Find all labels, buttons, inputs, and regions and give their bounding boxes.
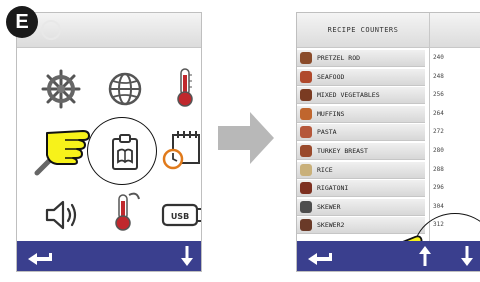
- recipe-row[interactable]: RICE 288: [297, 161, 480, 180]
- bottom-bar: [17, 241, 201, 271]
- recipe-name-cell: MIXED VEGETABLES: [297, 87, 425, 105]
- recipe-row[interactable]: RIGATONI 296: [297, 179, 480, 198]
- recipe-thumbnail: [300, 70, 312, 83]
- recipe-row[interactable]: TURKEY BREAST 280: [297, 142, 480, 161]
- back-arrow-icon[interactable]: [25, 247, 55, 265]
- recipe-name-cell: PRETZEL ROD: [297, 50, 425, 67]
- recipe-name: RICE: [317, 165, 333, 174]
- ship-wheel-icon[interactable]: [39, 67, 83, 111]
- screen-title: RECIPE COUNTERS: [327, 26, 399, 34]
- recipe-name: PASTA: [317, 128, 337, 137]
- globe-icon[interactable]: [103, 67, 147, 111]
- speaker-icon[interactable]: [39, 193, 83, 237]
- main-menu-screen: USB: [16, 12, 202, 272]
- probe-thermometer-icon[interactable]: [103, 189, 147, 233]
- recipe-count: 304: [433, 202, 444, 210]
- recipe-name: TURKEY BREAST: [317, 146, 368, 155]
- recipe-name: SKEWER2: [317, 221, 345, 230]
- recipe-name: SEAFOOD: [317, 72, 345, 81]
- recipe-row[interactable]: MUFFINS 264: [297, 105, 480, 124]
- top-bar: [17, 13, 201, 48]
- step-badge: E: [6, 6, 38, 38]
- recipe-thumbnail: [300, 163, 312, 176]
- recipe-count: 264: [433, 109, 444, 117]
- recipe-count: 248: [433, 72, 444, 80]
- recipe-row[interactable]: PRETZEL ROD 240: [297, 49, 480, 68]
- recipe-count: 272: [433, 128, 444, 136]
- recipe-thumbnail: [300, 89, 312, 102]
- recipe-thumbnail: [300, 200, 312, 213]
- recipe-thumbnail: [300, 182, 312, 195]
- recipe-count: 288: [433, 165, 444, 173]
- recipe-name: PRETZEL ROD: [317, 54, 361, 62]
- recipe-name-cell: SEAFOOD: [297, 68, 425, 86]
- recipe-thumbnail: [300, 144, 312, 157]
- recipe-name-cell: RICE: [297, 161, 425, 179]
- recipe-row[interactable]: SEAFOOD 248: [297, 68, 480, 87]
- bottom-bar: [297, 241, 480, 271]
- down-arrow-icon[interactable]: [179, 244, 195, 268]
- recipe-count: 240: [433, 54, 444, 61]
- recipe-thumbnail: [300, 126, 312, 139]
- down-arrow-icon[interactable]: [459, 244, 475, 268]
- transition-arrow-icon: [218, 112, 274, 164]
- calendar-clock-icon[interactable]: [161, 127, 202, 171]
- recipe-name-cell: MUFFINS: [297, 105, 425, 123]
- recipe-name: RIGATONI: [317, 184, 349, 193]
- recipe-name-cell: RIGATONI: [297, 180, 425, 198]
- recipe-row[interactable]: PASTA 272: [297, 123, 480, 142]
- recipe-count: 280: [433, 146, 444, 154]
- recipe-counters-screen: RECIPE COUNTERS PRETZEL ROD 240 SEAFOOD 248…: [296, 12, 480, 272]
- recipe-name: MIXED VEGETABLES: [317, 91, 380, 100]
- recipe-name: SKEWER: [317, 202, 341, 211]
- recipe-count: 296: [433, 184, 444, 192]
- recipe-thumbnail: [300, 52, 312, 64]
- recipe-row[interactable]: MIXED VEGETABLES 256: [297, 86, 480, 105]
- recipe-list: PRETZEL ROD 240 SEAFOOD 248 MIXED VEGETABLES…: [297, 49, 480, 235]
- back-arrow-icon[interactable]: [305, 247, 335, 265]
- usb-icon[interactable]: USB: [159, 195, 202, 235]
- recipe-name-cell: SKEWER2: [297, 217, 425, 235]
- recipe-name-cell: PASTA: [297, 124, 425, 142]
- usb-label: USB: [171, 212, 189, 221]
- recipe-thumbnail: [300, 107, 312, 120]
- up-arrow-icon[interactable]: [417, 244, 433, 268]
- recipe-name-cell: SKEWER: [297, 198, 425, 216]
- recipe-count: 256: [433, 91, 444, 99]
- thermometer-icon[interactable]: [163, 65, 202, 109]
- recipe-thumbnail: [300, 219, 312, 232]
- recipe-name-cell: TURKEY BREAST: [297, 142, 425, 160]
- recipe-name: MUFFINS: [317, 109, 345, 118]
- pointing-hand-icon: [46, 130, 90, 165]
